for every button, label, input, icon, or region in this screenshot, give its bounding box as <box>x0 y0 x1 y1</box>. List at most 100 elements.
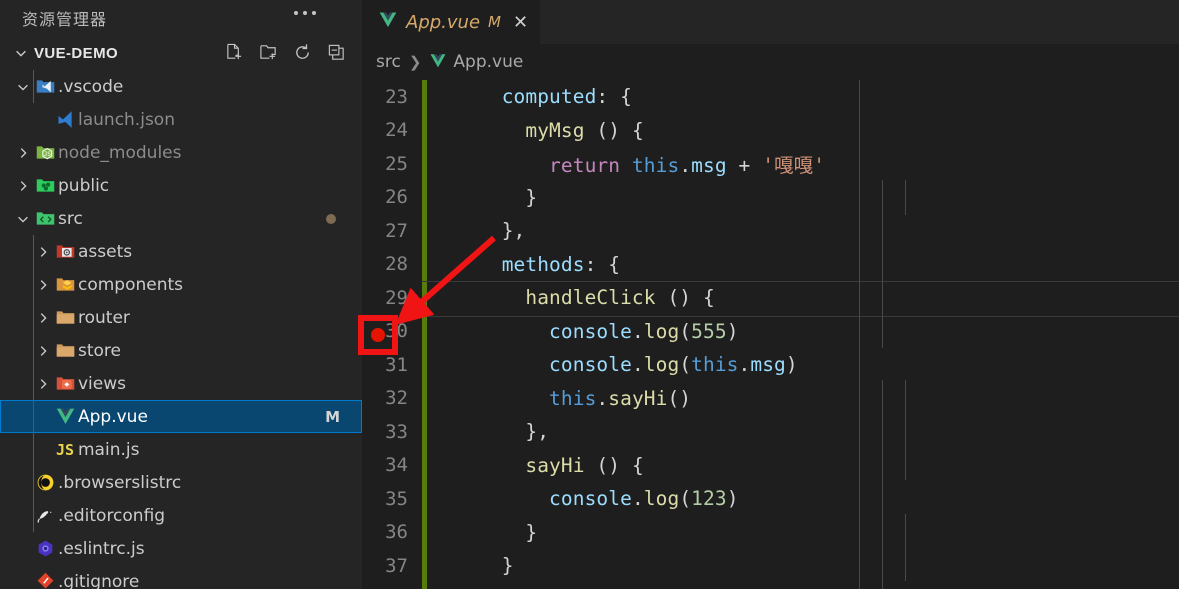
tree-item-router[interactable]: router <box>0 301 362 334</box>
code-line-30[interactable]: 30 console.log(555) <box>362 315 1179 349</box>
tree-item-label: node_modules <box>58 142 182 163</box>
vue-file-icon <box>429 52 447 72</box>
tree-indent-guide <box>33 235 34 532</box>
tree-item-assets[interactable]: assets <box>0 235 362 268</box>
chevron-down-icon[interactable] <box>14 212 32 226</box>
code-line-text: return this.msg + '嘎嘎' <box>549 154 826 178</box>
code-line-24[interactable]: 24 myMsg () { <box>362 114 1179 148</box>
chevron-right-icon[interactable] <box>14 146 32 160</box>
code-line-text: } <box>525 520 538 544</box>
collapse-all-icon[interactable] <box>326 42 346 62</box>
line-number: 37 <box>385 554 408 577</box>
explorer-title: 资源管理器 <box>22 10 108 29</box>
chevron-right-icon[interactable] <box>34 377 52 391</box>
tree-item-label: main.js <box>78 439 140 460</box>
tree-item--gitignore[interactable]: .gitignore <box>0 565 362 589</box>
code-line-text: sayHi () { <box>525 453 644 477</box>
tree-item-launch-json[interactable]: launch.json <box>0 103 362 136</box>
svg-text:JS: JS <box>43 151 51 158</box>
code-line-text: computed: { <box>501 85 632 109</box>
tree-item--vscode[interactable]: .vscode <box>0 70 362 103</box>
chevron-right-icon[interactable] <box>34 344 52 358</box>
code-line-23[interactable]: 23 computed: { <box>362 80 1179 114</box>
code-line-text: myMsg () { <box>525 118 644 142</box>
chevron-right-icon[interactable] <box>34 245 52 259</box>
tree-item-main-js[interactable]: JS main.js <box>0 433 362 466</box>
breadcrumb-file[interactable]: App.vue <box>453 52 523 72</box>
vscode-window: 资源管理器 VUE-DEMO .vscode launch.json JS no… <box>0 0 1179 589</box>
folder-modified-dot <box>326 213 336 224</box>
tree-item-views[interactable]: views <box>0 367 362 400</box>
code-line-32[interactable]: 32 this.sayHi() <box>362 382 1179 416</box>
indent-guide <box>882 180 883 248</box>
tree-item--browserslistrc[interactable]: .browserslistrc <box>0 466 362 499</box>
tree-item-label: .gitignore <box>58 571 140 589</box>
line-number: 27 <box>385 219 408 242</box>
new-folder-icon[interactable] <box>258 42 278 62</box>
editor-pane: App.vue M ✕ src ❯ App.vue 23 computed: {… <box>362 0 1179 589</box>
code-line-text: console.log(555) <box>549 319 739 343</box>
code-line-31[interactable]: 31 console.log(this.msg) <box>362 348 1179 382</box>
tree-item-store[interactable]: store <box>0 334 362 367</box>
code-line-33[interactable]: 33 }, <box>362 415 1179 449</box>
line-number: 32 <box>385 387 408 410</box>
code-line-35[interactable]: 35 console.log(123) <box>362 482 1179 516</box>
tree-item-src[interactable]: src <box>0 202 362 235</box>
ellipsis-icon[interactable] <box>294 11 316 15</box>
chevron-right-icon[interactable] <box>34 311 52 325</box>
explorer-sidebar: 资源管理器 VUE-DEMO .vscode launch.json JS no… <box>0 0 362 589</box>
code-editor[interactable]: 23 computed: {24 myMsg () {25 return thi… <box>362 80 1179 589</box>
chevron-down-icon <box>14 46 28 60</box>
tree-item-label: assets <box>78 241 133 262</box>
explorer-root-folder[interactable]: VUE-DEMO <box>0 36 362 70</box>
line-number: 31 <box>385 353 408 376</box>
code-line-27[interactable]: 27 }, <box>362 214 1179 248</box>
tree-item-label: .editorconfig <box>58 505 166 526</box>
indent-guide <box>905 380 906 480</box>
tree-item-public[interactable]: public <box>0 169 362 202</box>
line-number: 25 <box>385 152 408 175</box>
line-number: 33 <box>385 420 408 443</box>
line-number: 29 <box>385 286 408 309</box>
tree-item-label: launch.json <box>78 109 175 130</box>
close-icon[interactable]: ✕ <box>513 13 528 31</box>
new-file-icon[interactable] <box>224 42 244 62</box>
git-icon <box>32 571 58 589</box>
tree-item-app-vue[interactable]: App.vue M <box>0 400 362 433</box>
browserslist-icon <box>32 472 58 493</box>
indent-guide <box>882 248 883 348</box>
code-line-36[interactable]: 36 } <box>362 516 1179 550</box>
tree-item-node-modules[interactable]: JS node_modules <box>0 136 362 169</box>
tree-item-label: store <box>78 340 121 361</box>
code-line-text: methods: { <box>501 252 621 276</box>
chevron-right-icon[interactable] <box>14 179 32 193</box>
code-line-text: this.sayHi() <box>549 386 692 410</box>
breadcrumb-folder[interactable]: src <box>376 52 401 72</box>
refresh-icon[interactable] <box>292 42 312 62</box>
components-folder-icon <box>52 274 78 295</box>
code-line-34[interactable]: 34 sayHi () { <box>362 449 1179 483</box>
node-folder-icon: JS <box>32 142 58 163</box>
code-line-37[interactable]: 37 } <box>362 549 1179 583</box>
tree-item--editorconfig[interactable]: .editorconfig <box>0 499 362 532</box>
tree-item-label: .eslintrc.js <box>58 538 145 559</box>
editor-tab-app-vue[interactable]: App.vue M ✕ <box>362 0 541 44</box>
code-line-26[interactable]: 26 } <box>362 181 1179 215</box>
tab-label: App.vue <box>406 11 481 33</box>
code-line-29[interactable]: 29 handleClick () { <box>362 281 1179 316</box>
tree-item-components[interactable]: components <box>0 268 362 301</box>
line-number: 24 <box>385 119 408 142</box>
vue-file-icon <box>378 10 398 35</box>
vscode-file-icon <box>52 109 78 130</box>
code-line-28[interactable]: 28 methods: { <box>362 248 1179 282</box>
file-tree: .vscode launch.json JS node_modulespublic sr… <box>0 70 362 589</box>
editor-tabbar: App.vue M ✕ <box>362 0 1179 44</box>
code-line-25[interactable]: 25 return this.msg + '嘎嘎' <box>362 147 1179 181</box>
tree-item-label: .vscode <box>58 76 124 97</box>
views-folder-icon <box>52 373 78 394</box>
chevron-down-icon[interactable] <box>14 80 32 94</box>
vue-file-icon <box>52 406 78 427</box>
tree-item--eslintrc-js[interactable]: .eslintrc.js <box>0 532 362 565</box>
explorer-header: 资源管理器 <box>0 0 362 36</box>
chevron-right-icon[interactable] <box>34 278 52 292</box>
